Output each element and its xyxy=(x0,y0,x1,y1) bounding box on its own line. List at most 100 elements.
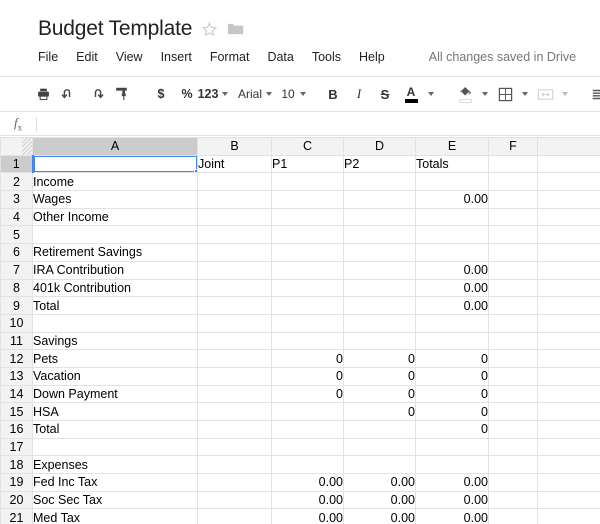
cell-E12[interactable]: 0 xyxy=(415,349,489,368)
cell-A3[interactable]: Wages xyxy=(32,190,198,209)
cell-F19[interactable] xyxy=(488,473,538,492)
column-header-e[interactable]: E xyxy=(415,137,489,156)
cell-A9[interactable]: Total xyxy=(32,296,198,315)
cell-C21[interactable]: 0.00 xyxy=(271,508,344,524)
cell-E16[interactable]: 0 xyxy=(415,420,489,439)
cell-A2[interactable]: Income xyxy=(32,172,198,192)
row-header-2[interactable]: 2 xyxy=(0,172,33,192)
cell-C7[interactable] xyxy=(271,260,344,280)
cell-E3[interactable]: 0.00 xyxy=(415,190,489,209)
cell-F13[interactable] xyxy=(488,366,538,386)
cell-D15[interactable]: 0 xyxy=(343,402,416,421)
cell-A8[interactable]: 401k Contribution xyxy=(32,278,198,298)
cell-F3[interactable] xyxy=(488,190,538,209)
cell-B12[interactable] xyxy=(197,349,272,368)
cell-B2[interactable] xyxy=(197,172,272,192)
print-button[interactable] xyxy=(30,81,56,107)
cell-G21[interactable] xyxy=(537,508,600,524)
cell-E4[interactable] xyxy=(415,207,489,227)
cell-D14[interactable]: 0 xyxy=(343,384,416,404)
cell-F1[interactable] xyxy=(488,154,538,174)
cell-C18[interactable] xyxy=(271,455,344,475)
percent-format-button[interactable]: % xyxy=(174,81,200,107)
cell-G11[interactable] xyxy=(537,331,600,351)
font-family-select[interactable]: Arial xyxy=(238,81,273,107)
cell-A14[interactable]: Down Payment xyxy=(32,384,198,404)
cell-A7[interactable]: IRA Contribution xyxy=(32,260,198,280)
row-header-10[interactable]: 10 xyxy=(0,313,33,333)
cell-G4[interactable] xyxy=(537,207,600,227)
row-header-7[interactable]: 7 xyxy=(0,260,33,280)
cell-D13[interactable]: 0 xyxy=(343,366,416,386)
cell-C19[interactable]: 0.00 xyxy=(271,473,344,492)
undo-button[interactable] xyxy=(56,81,82,107)
cell-G2[interactable] xyxy=(537,172,600,192)
row-header-6[interactable]: 6 xyxy=(0,243,33,262)
cell-C5[interactable] xyxy=(271,225,344,245)
row-header-9[interactable]: 9 xyxy=(0,296,33,315)
cell-E17[interactable] xyxy=(415,437,489,457)
row-header-14[interactable]: 14 xyxy=(0,384,33,404)
cell-G1[interactable] xyxy=(537,154,600,174)
cell-C12[interactable]: 0 xyxy=(271,349,344,368)
cell-F17[interactable] xyxy=(488,437,538,457)
cell-G20[interactable] xyxy=(537,490,600,510)
cell-B20[interactable] xyxy=(197,490,272,510)
cell-A10[interactable] xyxy=(32,313,198,333)
cell-G6[interactable] xyxy=(537,243,600,262)
row-header-1[interactable]: 1 xyxy=(0,154,34,174)
menu-item-tools[interactable]: Tools xyxy=(312,50,351,64)
number-format-button[interactable]: 123 xyxy=(198,81,229,107)
redo-button[interactable] xyxy=(82,81,108,107)
italic-button[interactable]: I xyxy=(346,81,372,107)
function-icon[interactable]: fx xyxy=(0,115,36,133)
cell-F16[interactable] xyxy=(488,420,538,439)
cell-F15[interactable] xyxy=(488,402,538,421)
align-button[interactable] xyxy=(586,81,600,107)
cell-A12[interactable]: Pets xyxy=(32,349,198,368)
cell-A20[interactable]: Soc Sec Tax xyxy=(32,490,198,510)
cell-G10[interactable] xyxy=(537,313,600,333)
cell-F10[interactable] xyxy=(488,313,538,333)
fill-handle[interactable] xyxy=(194,169,197,172)
cell-D12[interactable]: 0 xyxy=(343,349,416,368)
cell-F4[interactable] xyxy=(488,207,538,227)
text-color-button[interactable]: A xyxy=(398,81,424,107)
cell-D21[interactable]: 0.00 xyxy=(343,508,416,524)
formula-input[interactable] xyxy=(37,115,600,133)
cell-E8[interactable]: 0.00 xyxy=(415,278,489,298)
cell-A15[interactable]: HSA xyxy=(32,402,198,421)
chevron-down-icon[interactable] xyxy=(428,92,434,96)
cell-F11[interactable] xyxy=(488,331,538,351)
cell-F20[interactable] xyxy=(488,490,538,510)
cell-F9[interactable] xyxy=(488,296,538,315)
row-header-5[interactable]: 5 xyxy=(0,225,33,245)
cell-F5[interactable] xyxy=(488,225,538,245)
star-outline-icon[interactable] xyxy=(201,21,218,38)
select-all-corner[interactable] xyxy=(0,137,33,156)
cell-A1[interactable] xyxy=(32,154,198,174)
cell-C11[interactable] xyxy=(271,331,344,351)
cell-D9[interactable] xyxy=(343,296,416,315)
cell-E10[interactable] xyxy=(415,313,489,333)
cell-A4[interactable]: Other Income xyxy=(32,207,198,227)
cell-G19[interactable] xyxy=(537,473,600,492)
cell-E7[interactable]: 0.00 xyxy=(415,260,489,280)
cell-A6[interactable]: Retirement Savings xyxy=(32,243,198,262)
cell-G17[interactable] xyxy=(537,437,600,457)
currency-format-button[interactable]: $ xyxy=(148,81,174,107)
cell-D4[interactable] xyxy=(343,207,416,227)
cell-D7[interactable] xyxy=(343,260,416,280)
bold-button[interactable]: B xyxy=(320,81,346,107)
folder-icon[interactable] xyxy=(227,22,244,36)
spreadsheet-grid[interactable]: A B C D E F 1 Joint P1 P2 Totals 2 Income 3 Wage… xyxy=(0,137,600,524)
document-title[interactable]: Budget Template xyxy=(38,18,192,40)
borders-button[interactable] xyxy=(492,81,518,107)
cell-B11[interactable] xyxy=(197,331,272,351)
cell-B5[interactable] xyxy=(197,225,272,245)
font-size-select[interactable]: 10 xyxy=(280,81,306,107)
cell-F18[interactable] xyxy=(488,455,538,475)
cell-G12[interactable] xyxy=(537,349,600,368)
cell-B3[interactable] xyxy=(197,190,272,209)
cell-G9[interactable] xyxy=(537,296,600,315)
